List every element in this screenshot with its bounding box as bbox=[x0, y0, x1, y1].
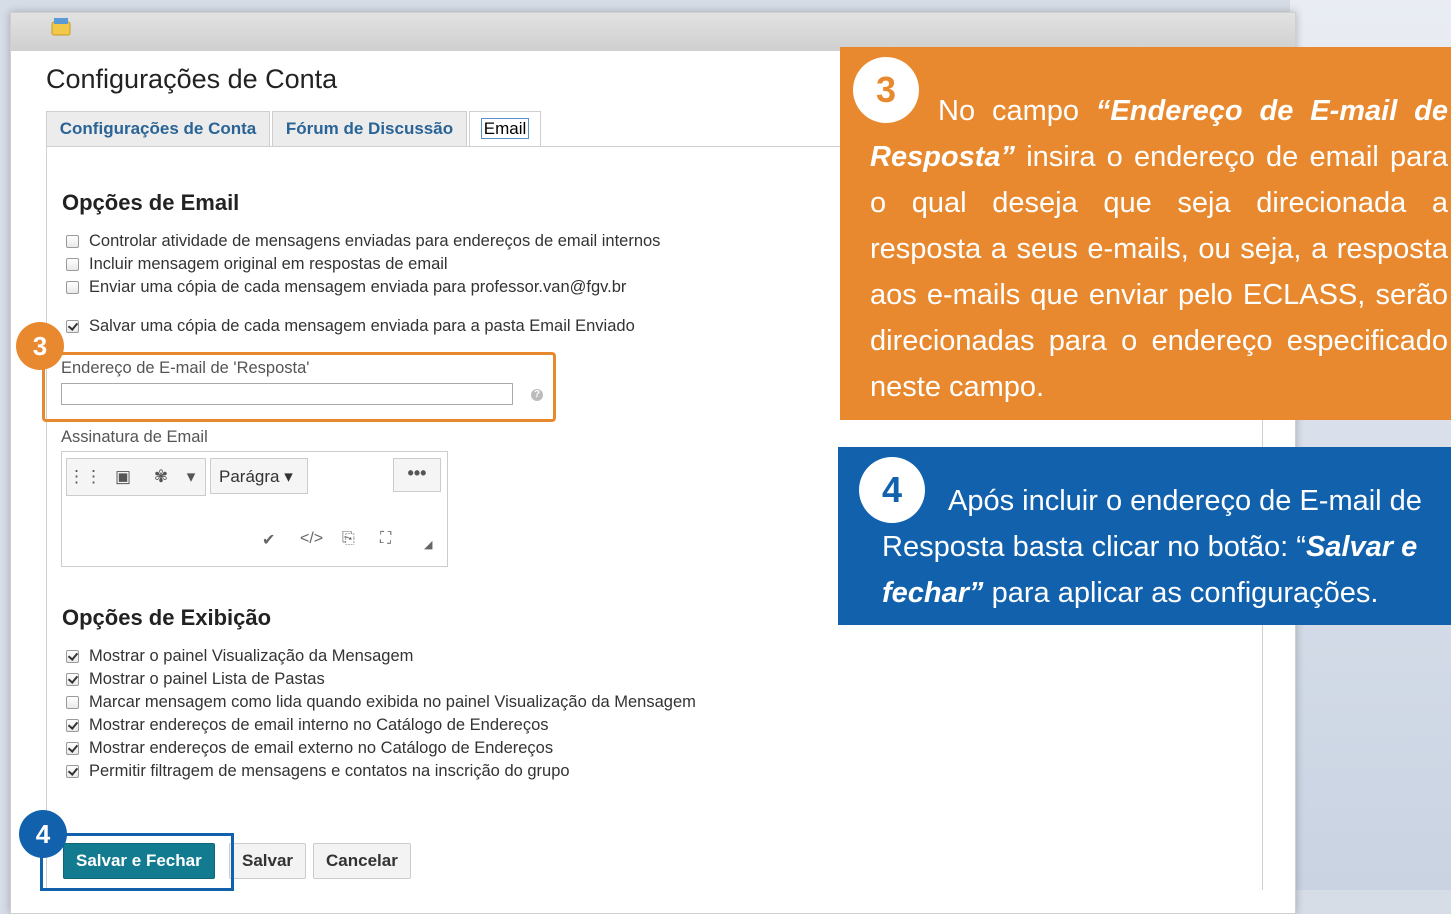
tab-email[interactable]: Email bbox=[469, 111, 541, 146]
option-label: Enviar uma cópia de cada mensagem enviad… bbox=[89, 277, 627, 296]
folder-icon bbox=[51, 18, 71, 36]
page-title: Configurações de Conta bbox=[46, 64, 338, 94]
option-label: Mostrar o painel Visualização da Mensage… bbox=[89, 646, 414, 665]
option-track-internal[interactable]: Controlar atividade de mensagens enviada… bbox=[66, 231, 660, 251]
save-button[interactable]: Salvar bbox=[229, 843, 307, 879]
tab-account-settings[interactable]: Configurações de Conta bbox=[46, 111, 270, 146]
option-label: Marcar mensagem como lida quando exibida… bbox=[89, 692, 696, 711]
step-4-marker: 4 bbox=[19, 810, 67, 858]
resize-handle-icon[interactable]: ◢ bbox=[424, 538, 432, 551]
option-mark-as-read[interactable]: Marcar mensagem como lida quando exibida… bbox=[66, 692, 696, 712]
tab-bar: Configurações de Conta Fórum de Discussã… bbox=[46, 111, 846, 147]
checkbox[interactable] bbox=[66, 718, 79, 732]
paragraph-format-value: Parágra bbox=[219, 467, 280, 486]
callout-4-rest: para aplicar as configurações. bbox=[983, 577, 1379, 609]
display-options-title: Opções de Exibição bbox=[62, 605, 272, 630]
insert-content-icon[interactable]: ⋮⋮ bbox=[67, 459, 103, 495]
tab-discussion-forum[interactable]: Fórum de Discussão bbox=[272, 111, 467, 146]
option-show-external-addresses[interactable]: Mostrar endereços de email externo no Ca… bbox=[66, 738, 553, 758]
checkbox[interactable] bbox=[66, 695, 79, 709]
option-show-folder-list[interactable]: Mostrar o painel Lista de Pastas bbox=[66, 669, 325, 689]
option-label: Permitir filtragem de mensagens e contat… bbox=[89, 761, 570, 780]
option-allow-group-filter[interactable]: Permitir filtragem de mensagens e contat… bbox=[66, 761, 570, 781]
checkbox[interactable] bbox=[66, 764, 79, 778]
checkbox[interactable] bbox=[66, 649, 79, 663]
title-bar bbox=[11, 13, 1295, 51]
more-options-button[interactable]: ••• bbox=[393, 458, 441, 492]
option-label: Salvar uma cópia de cada mensagem enviad… bbox=[89, 316, 635, 335]
cancel-button[interactable]: Cancelar bbox=[313, 843, 411, 879]
checkbox[interactable] bbox=[66, 257, 79, 271]
option-label: Mostrar endereços de email externo no Ca… bbox=[89, 738, 554, 757]
option-label: Controlar atividade de mensagens enviada… bbox=[89, 231, 661, 250]
option-save-sent-copy[interactable]: Salvar uma cópia de cada mensagem enviad… bbox=[66, 316, 635, 336]
highlight-reply-field bbox=[42, 352, 556, 422]
content-border bbox=[46, 147, 47, 890]
checkbox[interactable] bbox=[66, 741, 79, 755]
plugin-icon[interactable]: ✾ bbox=[143, 459, 179, 495]
callout-step-4: 4 Após incluir o endereço de E-mail de R… bbox=[838, 447, 1451, 625]
callout-3-rest: insira o endereço de email para o qual d… bbox=[870, 141, 1448, 403]
option-send-copy[interactable]: Enviar uma cópia de cada mensagem enviad… bbox=[66, 277, 626, 297]
callout-4-text: Após incluir o endereço de E-mail de Res… bbox=[882, 478, 1451, 616]
checkbox[interactable] bbox=[66, 280, 79, 294]
tab-email-label: Email bbox=[480, 118, 530, 139]
fullscreen-icon[interactable]: ⛶ bbox=[380, 530, 391, 548]
signature-editor[interactable]: ⋮⋮ ▣ ✾ ▾ Parágra ▾ ••• ✔ </> ⎘ ⛶ ◢ bbox=[61, 451, 448, 567]
option-label: Incluir mensagem original em respostas d… bbox=[89, 254, 448, 273]
email-options-title: Opções de Email bbox=[62, 190, 240, 215]
option-show-internal-addresses[interactable]: Mostrar endereços de email interno no Ca… bbox=[66, 715, 549, 735]
preview-icon[interactable]: ⎘ bbox=[342, 530, 355, 548]
option-label: Mostrar endereços de email interno no Ca… bbox=[89, 715, 549, 734]
callout-3-intro: No campo bbox=[938, 95, 1096, 127]
checkbox[interactable] bbox=[66, 319, 79, 333]
highlight-save-close bbox=[40, 833, 234, 891]
signature-label: Assinatura de Email bbox=[61, 428, 208, 446]
option-show-preview-pane[interactable]: Mostrar o painel Visualização da Mensage… bbox=[66, 646, 413, 666]
checkbox[interactable] bbox=[66, 672, 79, 686]
editor-toolbar-group: ⋮⋮ ▣ ✾ ▾ bbox=[66, 458, 206, 496]
option-include-original[interactable]: Incluir mensagem original em respostas d… bbox=[66, 254, 448, 274]
paragraph-format-select[interactable]: Parágra ▾ bbox=[210, 458, 308, 494]
tab-divider bbox=[46, 146, 840, 147]
spellcheck-icon[interactable]: ✔ bbox=[262, 530, 275, 550]
checkbox[interactable] bbox=[66, 234, 79, 248]
code-icon[interactable]: </> bbox=[300, 530, 323, 548]
image-icon[interactable]: ▣ bbox=[105, 459, 141, 495]
chevron-down-icon[interactable]: ▾ bbox=[179, 459, 203, 495]
option-label: Mostrar o painel Lista de Pastas bbox=[89, 669, 325, 688]
step-3-marker: 3 bbox=[16, 322, 64, 370]
callout-step-3: 3 No campo “Endereço de E-mail de Respos… bbox=[840, 47, 1451, 420]
callout-3-text: No campo “Endereço de E-mail de Resposta… bbox=[870, 88, 1448, 410]
